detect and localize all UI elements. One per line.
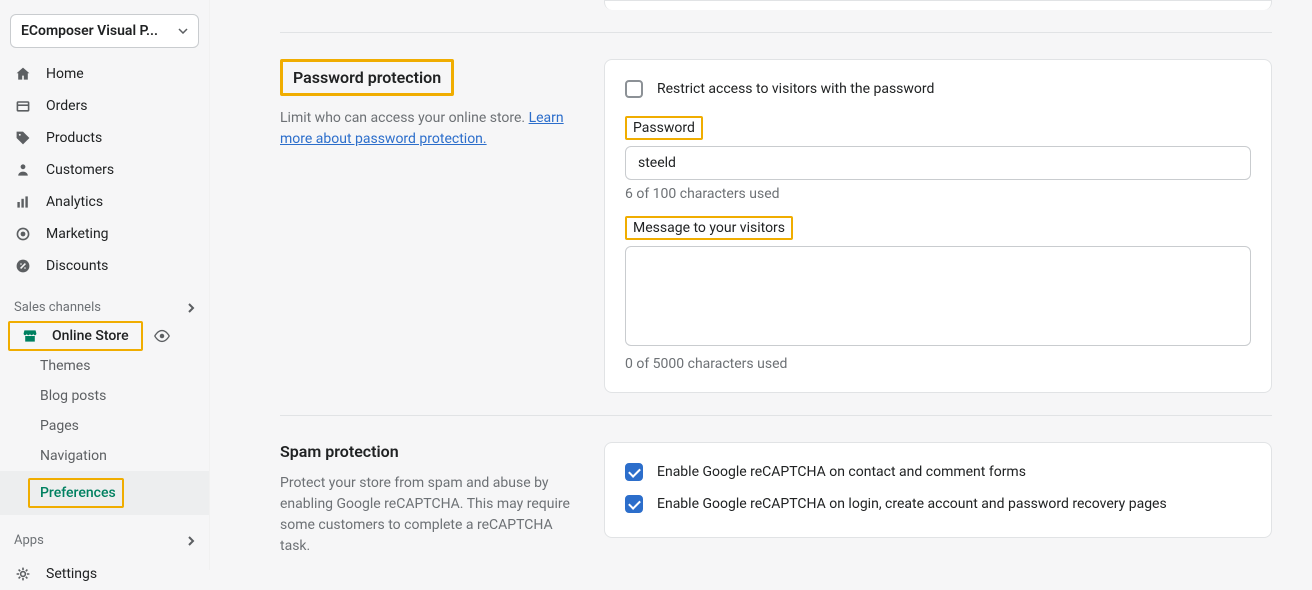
spam-card: Enable Google reCAPTCHA on contact and c… [604,442,1272,538]
nav-orders-label: Orders [46,98,88,114]
nav-navigation[interactable]: Navigation [0,441,209,471]
spam-title: Spam protection [280,442,580,461]
message-field-label: Message to your visitors [625,216,793,240]
nav-products-label: Products [46,130,102,146]
discounts-icon [14,257,32,275]
chevron-right-icon [187,535,195,547]
message-textarea[interactable] [625,246,1251,346]
home-icon [14,65,32,83]
sidebar: EComposer Visual P... Home Orders Produc… [0,0,210,570]
nav-online-store-label: Online Store [52,328,129,344]
password-hint: 6 of 100 characters used [625,186,1251,202]
nav-home[interactable]: Home [0,58,209,90]
recaptcha-contact-label: Enable Google reCAPTCHA on contact and c… [657,464,1026,480]
nav-discounts-label: Discounts [46,258,108,274]
nav-customers[interactable]: Customers [0,154,209,186]
nav-marketing[interactable]: Marketing [0,218,209,250]
nav-blog-posts[interactable]: Blog posts [0,381,209,411]
restrict-checkbox[interactable] [625,80,643,98]
nav-preferences[interactable]: Preferences [0,471,209,515]
orders-icon [14,97,32,115]
nav-settings-label: Settings [46,566,97,582]
recaptcha-login-checkbox[interactable] [625,495,643,513]
nav-marketing-label: Marketing [46,226,109,242]
password-field-label: Password [625,116,703,140]
store-icon [22,328,38,344]
sales-channels-label: Sales channels [14,300,101,315]
gear-icon [14,565,32,583]
nav-discounts[interactable]: Discounts [0,250,209,282]
apps-header[interactable]: Apps [0,525,209,554]
nav-themes[interactable]: Themes [0,351,209,381]
eye-icon[interactable] [153,327,171,345]
apps-label: Apps [14,533,44,548]
section-divider [280,32,1272,33]
nav-home-label: Home [46,66,84,82]
main-content: Password protection Limit who can access… [210,0,1312,570]
recaptcha-contact-checkbox[interactable] [625,463,643,481]
password-title: Password protection [280,59,580,96]
password-input[interactable] [625,146,1251,180]
tag-icon [14,129,32,147]
recaptcha-login-label: Enable Google reCAPTCHA on login, create… [657,496,1167,512]
marketing-icon [14,225,32,243]
app-picker[interactable]: EComposer Visual P... [10,14,199,48]
chevron-down-icon [178,28,188,34]
restrict-label: Restrict access to visitors with the pas… [657,81,934,97]
nav-settings[interactable]: Settings [0,558,209,590]
analytics-icon [14,193,32,211]
nav-online-store[interactable]: Online Store [8,321,143,351]
spam-protection-section: Spam protection Protect your store from … [280,442,1272,557]
primary-nav: Home Orders Products Customers Analytics… [0,58,209,282]
password-protection-section: Password protection Limit who can access… [280,59,1272,393]
section-divider [280,415,1272,416]
password-card: Restrict access to visitors with the pas… [604,59,1272,393]
nav-customers-label: Customers [46,162,114,178]
nav-pages[interactable]: Pages [0,411,209,441]
app-picker-label: EComposer Visual P... [21,23,158,39]
nav-products[interactable]: Products [0,122,209,154]
nav-analytics-label: Analytics [46,194,103,210]
message-hint: 0 of 5000 characters used [625,356,1251,372]
password-desc: Limit who can access your online store. [280,110,529,126]
nav-orders[interactable]: Orders [0,90,209,122]
chevron-right-icon [187,302,195,314]
person-icon [14,161,32,179]
sales-channels-header[interactable]: Sales channels [0,292,209,321]
spam-desc: Protect your store from spam and abuse b… [280,473,580,557]
nav-analytics[interactable]: Analytics [0,186,209,218]
